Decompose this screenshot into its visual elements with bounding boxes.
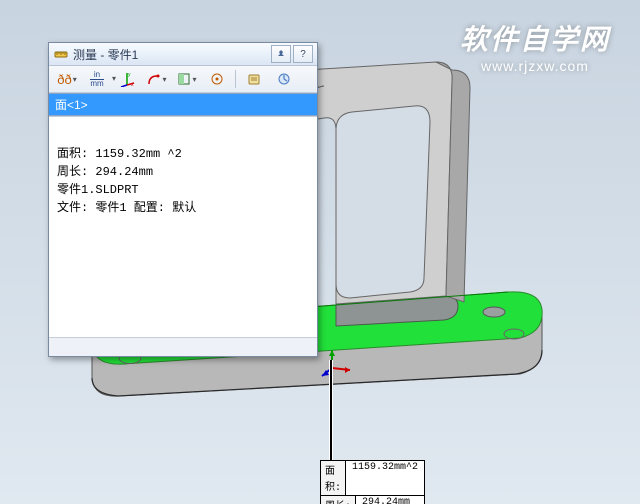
dialog-title: 测量 - 零件1 (73, 46, 271, 63)
svg-text:y: y (128, 72, 131, 78)
perimeter-line: 周长: 294.24mm (57, 163, 309, 181)
dialog-statusbar (49, 337, 317, 356)
callout-box: 面积: 1159.32mm^2 周长: 294.24mm (320, 460, 425, 504)
pushpin-button[interactable] (271, 45, 291, 63)
projection-button[interactable]: ▾ (173, 68, 201, 90)
measure-dialog[interactable]: 测量 - 零件1 ? ðð▾ inmm▾ yx ▾ ▾ 面<1> 面积: 115… (48, 42, 318, 357)
unit-system-button[interactable]: ðð▾ (53, 68, 81, 90)
callout-area-label: 面积: (321, 461, 346, 495)
origin-triad (320, 348, 354, 381)
cad-viewport[interactable]: 面积: 1159.32mm^2 周长: 294.24mm 软件自学网 www.r… (0, 0, 640, 504)
watermark-text: 软件自学网 (460, 18, 610, 58)
results-panel[interactable]: 面积: 1159.32mm ^2 周长: 294.24mm 零件1.SLDPRT… (49, 116, 317, 337)
callout-perim-label: 周长: (321, 496, 356, 504)
measure-icon (53, 46, 69, 62)
units-button[interactable]: inmm▾ (83, 68, 111, 90)
dialog-toolbar: ðð▾ inmm▾ yx ▾ ▾ (49, 66, 317, 93)
callout-leader (330, 360, 332, 460)
blank-line (57, 127, 309, 145)
watermark: 软件自学网 www.rjzxw.com (460, 18, 610, 74)
file-line: 零件1.SLDPRT (57, 181, 309, 199)
xyz-button[interactable]: yx (113, 68, 141, 90)
history-button[interactable] (240, 68, 268, 90)
help-button[interactable]: ? (293, 45, 313, 63)
sensor-button[interactable] (270, 68, 298, 90)
point-button[interactable] (203, 68, 231, 90)
toolbar-separator (235, 70, 236, 88)
dialog-titlebar[interactable]: 测量 - 零件1 ? (49, 43, 317, 66)
watermark-url: www.rjzxw.com (460, 58, 610, 74)
config-line: 文件: 零件1 配置: 默认 (57, 199, 309, 217)
callout-perim-value: 294.24mm (356, 496, 416, 504)
area-line: 面积: 1159.32mm ^2 (57, 145, 309, 163)
callout-area-value: 1159.32mm^2 (346, 461, 424, 495)
arc-button[interactable]: ▾ (143, 68, 171, 90)
selection-list-item[interactable]: 面<1> (49, 93, 317, 116)
